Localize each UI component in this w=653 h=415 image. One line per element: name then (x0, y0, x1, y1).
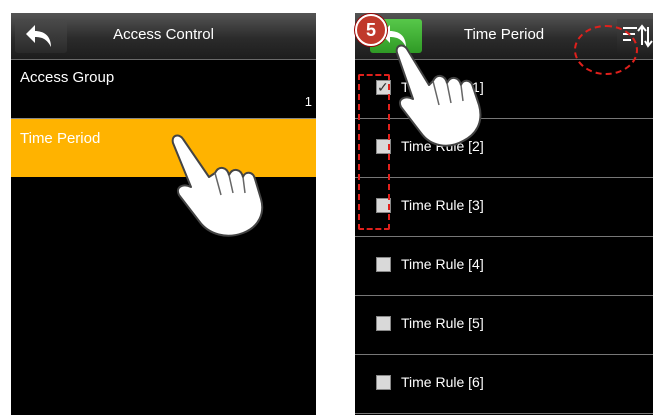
menu-item-label: Time Period (20, 130, 101, 147)
checkbox-column-highlight (358, 74, 390, 230)
pointing-hand-icon (171, 134, 264, 237)
sort-button-highlight (574, 25, 638, 75)
rule-label: Time Rule [6] (401, 374, 484, 390)
rule-label: Time Rule [3] (401, 197, 484, 213)
menu-item-value: 1 (304, 94, 312, 109)
page-title: Access Control (113, 26, 214, 43)
access-control-screen: Access Control Access Group 1 Time Perio… (11, 13, 316, 415)
menu-item-access-group[interactable]: Access Group 1 (11, 60, 316, 119)
menu-item-time-period[interactable]: Time Period (11, 119, 316, 177)
checkbox-icon[interactable] (376, 257, 391, 272)
list-item-time-rule-6[interactable]: Time Rule [6] (355, 355, 653, 414)
rule-label: Time Rule [4] (401, 256, 484, 272)
pointing-hand-icon (395, 44, 482, 147)
list-item-time-rule-5[interactable]: Time Rule [5] (355, 296, 653, 355)
checkbox-icon[interactable] (376, 375, 391, 390)
title-bar: Access Control (11, 13, 316, 60)
step-badge-5: 5 (355, 14, 387, 46)
list-item-time-rule-3[interactable]: Time Rule [3] (355, 178, 653, 237)
rule-label: Time Rule [5] (401, 315, 484, 331)
checkbox-icon[interactable] (376, 316, 391, 331)
list-item-time-rule-4[interactable]: Time Rule [4] (355, 237, 653, 296)
menu-item-label: Access Group (20, 69, 115, 86)
